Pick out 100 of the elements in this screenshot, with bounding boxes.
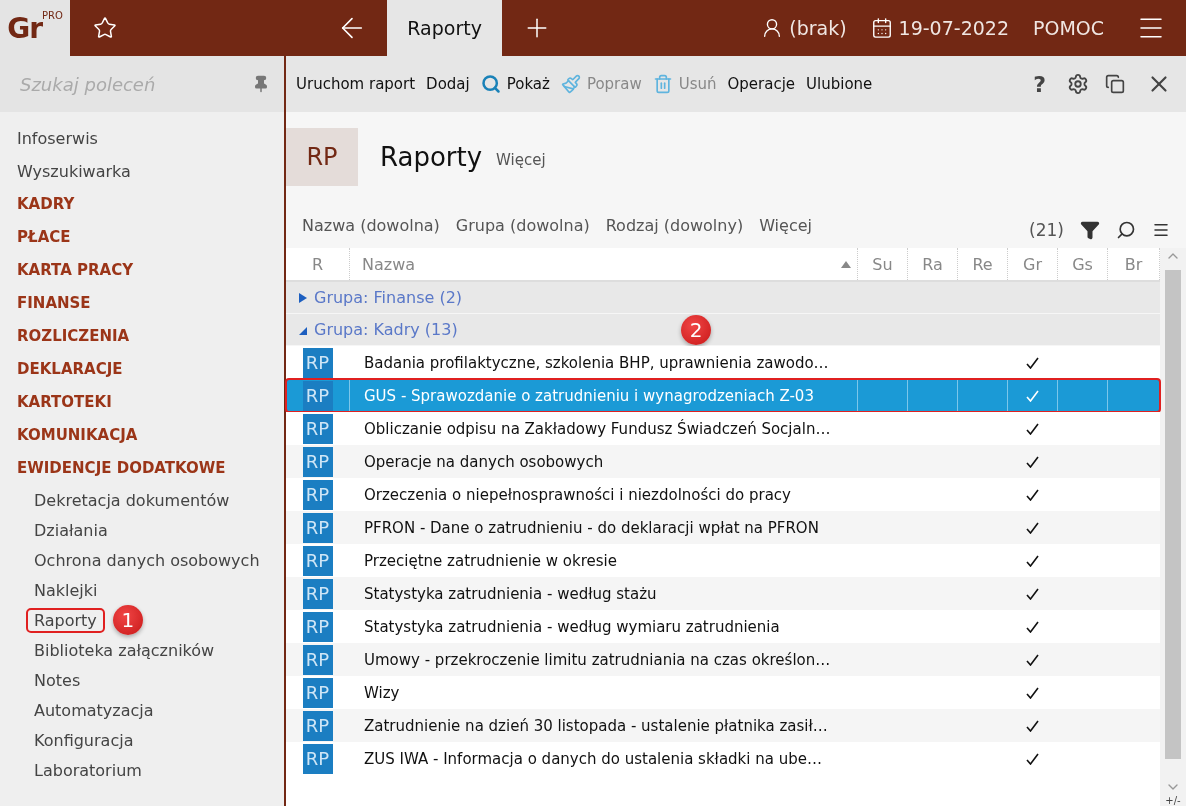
table-cell-text: Obliczanie odpisu na Zakładowy Fundusz Świadczeń Socjaln… <box>363 418 832 440</box>
table-row[interactable]: RP Umowy - przekroczenie limitu zatrudniania na czas określon… <box>286 643 1160 676</box>
toolbar-button[interactable]: Dodaj <box>426 64 481 104</box>
filter-button[interactable] <box>1080 220 1100 240</box>
sidebar-section[interactable]: FINANSE <box>0 287 284 320</box>
table-row[interactable]: RP Operacje na danych osobowych <box>286 445 1160 478</box>
check-icon <box>1026 488 1039 501</box>
table-cell-text: Przeciętne zatrudnienie w okresie <box>363 550 618 572</box>
report-icon: RP <box>302 677 333 708</box>
table-cell-text: Badania profilaktyczne, szkolenia BHP, uprawnienia zawodo… <box>363 352 830 374</box>
sidebar-item[interactable]: Działania <box>26 517 116 543</box>
table-cell-text: Operacje na danych osobowych <box>363 451 605 473</box>
search-button[interactable] <box>1116 220 1136 240</box>
column-header[interactable]: Ra <box>908 248 958 280</box>
trash-icon <box>652 74 673 94</box>
check-icon <box>1026 752 1039 765</box>
check-icon <box>1026 587 1039 600</box>
check-icon <box>1026 389 1039 402</box>
table-cell-text: Statystyka zatrudnienia - według wymiaru zatrudnienia <box>363 616 781 638</box>
reports-tile: RP <box>286 128 358 186</box>
sidebar-item[interactable]: Dekretacja dokumentów <box>26 487 238 513</box>
filter-link[interactable]: Grupa (dowolna) <box>455 215 590 235</box>
raporty-tab[interactable]: Raporty <box>387 0 502 56</box>
check-icon <box>1026 554 1039 567</box>
table-cell-text: PFRON - Dane o zatrudnieniu - do deklaracji wpłat na PFRON <box>363 517 820 539</box>
filter-link[interactable]: Rodzaj (dowolny) <box>605 215 744 235</box>
sort-ascending-icon <box>841 260 851 268</box>
toolbar-button[interactable]: Ulubione <box>806 64 884 104</box>
highlighted-sidebar-item[interactable]: Raporty <box>26 607 105 633</box>
table-row[interactable]: RP PFRON - Dane o zatrudnieniu - do deklaracji wpłat na PFRON <box>286 511 1160 544</box>
scrollbar[interactable]: +/- <box>1160 248 1186 806</box>
report-icon: RP <box>302 512 333 543</box>
group-row[interactable]: Grupa: Kadry (13) 2 <box>286 314 1160 346</box>
report-icon: RP <box>302 710 333 741</box>
brush-icon <box>560 74 581 94</box>
sidebar-item[interactable]: Ochrona danych osobowych <box>26 547 268 573</box>
column-header[interactable]: R <box>286 248 350 280</box>
sidebar-section[interactable]: KARTA PRACY <box>0 254 284 287</box>
search-icon <box>480 74 501 94</box>
table-cell-text: Wizy <box>363 682 401 704</box>
toolbar-button[interactable]: Operacje <box>727 64 807 104</box>
expand-triangle-icon[interactable] <box>298 291 308 304</box>
report-icon: RP <box>302 611 333 642</box>
sidebar-section[interactable]: PŁACE <box>0 221 284 254</box>
sidebar-item[interactable]: Biblioteka załączników <box>26 637 223 663</box>
sidebar-section[interactable]: DEKLARACJE <box>0 353 284 386</box>
restore-window-icon[interactable] <box>1105 74 1125 94</box>
step-badge: 2 <box>681 315 711 345</box>
command-search-field[interactable]: Szukaj poleceń <box>18 72 252 96</box>
check-icon <box>1026 719 1039 732</box>
filter-link[interactable]: Nazwa (dowolna) <box>302 215 440 235</box>
table-row[interactable]: RP Statystyka zatrudnienia - według stażu <box>286 577 1160 610</box>
star-icon[interactable] <box>93 16 117 40</box>
report-icon: RP <box>302 380 333 411</box>
check-icon <box>1026 620 1039 633</box>
menu-button[interactable] <box>1152 221 1170 239</box>
column-header[interactable]: Nazwa <box>350 248 858 280</box>
sidebar-section[interactable]: KADRY <box>0 188 284 221</box>
filter-link[interactable]: Więcej <box>759 215 812 235</box>
report-icon: RP <box>302 545 333 576</box>
group-row[interactable]: Grupa: Finanse (2) <box>286 282 1160 314</box>
record-count: (21) <box>1029 220 1064 240</box>
table-cell-text: Orzeczenia o niepełnosprawności i niezdolności do pracy <box>363 484 792 506</box>
report-icon: RP <box>302 347 333 378</box>
calendar-icon[interactable] <box>870 17 893 39</box>
settings-icon[interactable] <box>1067 73 1089 95</box>
column-header[interactable]: Gs <box>1058 248 1108 280</box>
search-box[interactable]: Szukaj poleceń <box>0 56 284 112</box>
toolbar-button[interactable]: Pokaż <box>480 64 561 104</box>
more-link[interactable]: Więcej <box>496 151 546 169</box>
table-row[interactable]: RP Badania profilaktyczne, szkolenia BHP, uprawnienia zawodo… <box>286 346 1160 379</box>
help-link[interactable]: POMOC <box>1033 17 1104 39</box>
sidebar-item[interactable]: Automatyzacja <box>26 697 162 723</box>
sidebar-section[interactable]: EWIDENCJE DODATKOWE <box>0 452 284 485</box>
column-header[interactable]: Su <box>858 248 908 280</box>
date-label[interactable]: 19-07-2022 <box>898 17 1009 39</box>
help-button[interactable]: ? <box>1021 71 1058 97</box>
check-icon <box>1026 455 1039 468</box>
toolbar-button[interactable]: Uruchom raport <box>296 64 427 104</box>
sidebar-item[interactable]: Infoserwis <box>0 122 284 155</box>
sidebar-item[interactable]: Notes <box>26 667 89 693</box>
report-icon: RP <box>302 644 333 675</box>
table-cell-text: Zatrudnienie na dzień 30 listopada - ustalenie płatnika zasił… <box>363 715 829 737</box>
sidebar-section[interactable]: KOMUNIKACJA <box>0 419 284 452</box>
sidebar-item[interactable]: Konfiguracja <box>26 727 142 753</box>
table-row[interactable]: RP Zatrudnienie na dzień 30 listopada - ustalenie płatnika zasił… <box>286 709 1160 742</box>
user-name[interactable]: (brak) <box>789 17 847 39</box>
check-icon <box>1026 356 1039 369</box>
pin-icon[interactable] <box>252 75 270 93</box>
sidebar-item[interactable]: Wyszukiwarka <box>0 155 284 188</box>
column-header[interactable]: Gr <box>1008 248 1058 280</box>
table-cell-text: Statystyka zatrudnienia - według stażu <box>363 583 658 605</box>
sidebar-section[interactable]: KARTOTEKI <box>0 386 284 419</box>
sidebar-item[interactable]: Laboratorium <box>26 757 150 783</box>
table-cell-text: Umowy - przekroczenie limitu zatrudniania na czas określon… <box>363 649 832 671</box>
corner-label: +/- <box>1165 795 1181 806</box>
table-cell-text: ZUS IWA - Informacja o danych do ustalenia składki na ube… <box>363 748 823 770</box>
column-header[interactable]: Re <box>958 248 1008 280</box>
sidebar-section[interactable]: ROZLICZENIA <box>0 320 284 353</box>
sidebar-item[interactable]: Naklejki <box>26 577 106 603</box>
